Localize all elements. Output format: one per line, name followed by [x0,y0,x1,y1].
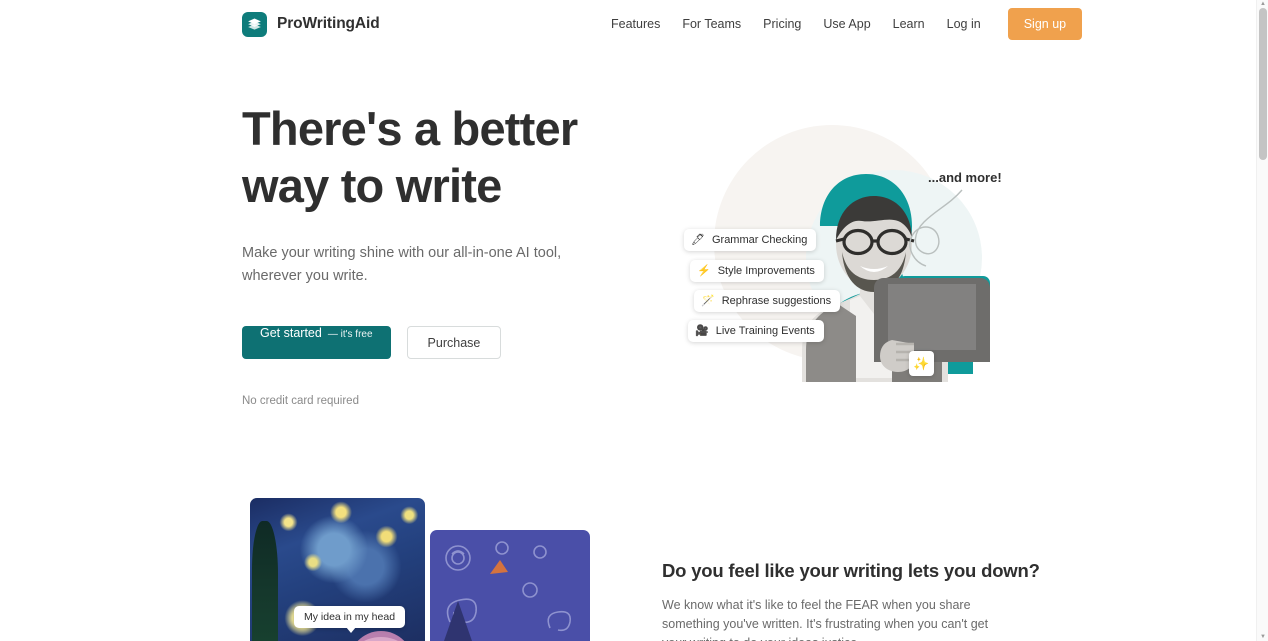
feature-card-training[interactable]: 🎥 Live Training Events [688,320,824,342]
section-copy: Do you feel like your writing lets you d… [662,560,1040,641]
section-title: Do you feel like your writing lets you d… [662,560,1040,581]
section-body: We know what it's like to feel the FEAR … [662,598,989,641]
feature-card-style-label: Style Improvements [717,265,815,277]
main-nav: Features For Teams Pricing Use App Learn… [600,8,1083,40]
scrollbar-thumb[interactable] [1259,8,1267,160]
sign-up-button[interactable]: Sign up [1007,8,1083,40]
pen-icon: 🖊 [691,233,705,246]
brand-logo-link[interactable]: ProWritingAid [242,11,380,37]
hero-cta-group: Get started — it's free Purchase [242,326,642,359]
page-root: ProWritingAid Features For Teams Pricing… [0,0,1268,641]
page-scrollbar[interactable]: ▲ ▼ [1256,0,1268,641]
get-started-button[interactable]: Get started — it's free [242,326,391,359]
hero-illustration: 🖊 Grammar Checking ⚡ Style Improvements … [662,108,1012,383]
feature-card-grammar-label: Grammar Checking [711,234,808,246]
feature-card-rephrase-label: Rephrase suggestions [721,295,832,307]
nav-features[interactable]: Features [600,11,671,37]
sparkle-badge: ✨ [909,351,934,376]
magic-wand-icon: 🪄 [701,294,715,307]
sparkle-icon: ✨ [913,355,930,371]
feature-card-rephrase[interactable]: 🪄 Rephrase suggestions [694,290,841,312]
section-artwork: My idea in my head [250,498,590,641]
and-more-label: ...and more! [928,170,1002,185]
nav-pricing[interactable]: Pricing [752,11,812,37]
hero-title-line-2: way to write [242,159,502,212]
hero-title-line-1: There's a better [242,102,578,155]
flat-illustration [430,530,590,641]
scroll-down-arrow-icon[interactable]: ▼ [1257,633,1268,641]
site-header: ProWritingAid Features For Teams Pricing… [0,0,1256,48]
book-logo-icon [242,11,267,37]
brand-name: ProWritingAid [277,15,380,32]
nav-learn[interactable]: Learn [882,11,936,37]
get-started-label: Get started [260,326,322,340]
feature-card-style[interactable]: ⚡ Style Improvements [690,260,824,282]
scroll-up-arrow-icon[interactable]: ▲ [1257,0,1268,8]
image-tooltip[interactable]: My idea in my head [294,606,406,633]
nav-for-teams[interactable]: For Teams [671,11,752,37]
get-started-free-tag: — it's free [327,329,373,340]
feature-card-training-label: Live Training Events [715,325,815,337]
video-camera-icon: 🎥 [695,324,709,337]
nav-log-in[interactable]: Log in [936,11,992,37]
hero-title: There's a better way to write [242,100,642,214]
nav-use-app[interactable]: Use App [812,11,881,37]
purchase-button[interactable]: Purchase [406,326,502,359]
hero-copy: There's a better way to write Make your … [242,100,642,407]
no-credit-card-note: No credit card required [242,395,359,407]
lightning-icon: ⚡ [697,264,711,277]
feature-card-grammar[interactable]: 🖊 Grammar Checking [684,229,817,251]
hero-subtitle: Make your writing shine with our all-in-… [242,245,562,284]
